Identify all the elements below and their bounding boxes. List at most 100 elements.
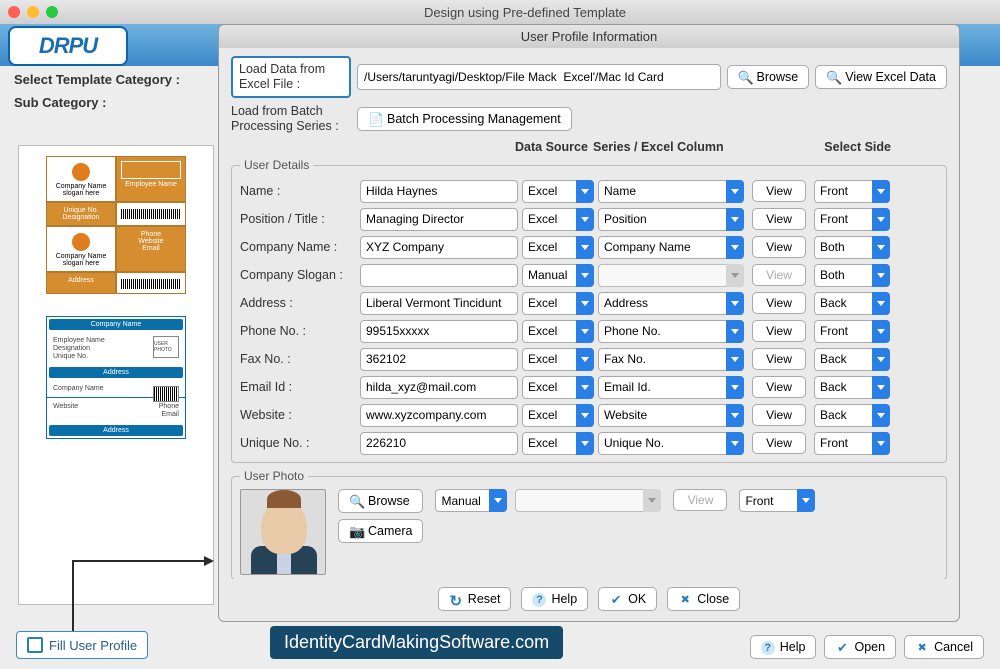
modal-title: User Profile Information	[219, 25, 959, 48]
user-photo-thumbnail[interactable]	[240, 489, 326, 575]
field-value-input[interactable]	[360, 320, 518, 343]
view-button[interactable]: View	[752, 404, 806, 426]
fill-user-profile-label: Fill User Profile	[49, 638, 137, 653]
field-row: Company Name : ExcelCompany Name View Both	[240, 234, 938, 260]
bottom-buttons: Help Open Cancel	[750, 635, 984, 659]
field-label: Company Name :	[240, 240, 360, 254]
view-excel-data-button[interactable]: View Excel Data	[815, 65, 947, 89]
photo-side-select[interactable]: Front	[739, 489, 815, 512]
side-select[interactable]: Front	[814, 320, 890, 343]
field-row: Email Id :ExcelEmail Id.ViewBack	[240, 374, 938, 400]
series-select[interactable]: Website	[598, 404, 744, 427]
excel-path-input[interactable]	[357, 64, 721, 90]
view-button[interactable]: View	[752, 348, 806, 370]
series-select[interactable]: Address	[598, 292, 744, 315]
x-icon	[678, 592, 692, 606]
data-source-select[interactable]: Excel	[522, 292, 594, 315]
field-value-input[interactable]	[360, 292, 518, 315]
field-row: Fax No. : ExcelFax No. View Back	[240, 346, 938, 372]
template-preview-1[interactable]: Company Nameslogan here Employee Name Un…	[46, 156, 186, 306]
minimize-window-icon[interactable]	[27, 6, 39, 18]
series-select[interactable]: Name	[598, 180, 744, 203]
reset-button[interactable]: Reset	[438, 587, 512, 611]
help-icon	[532, 592, 546, 606]
browse-photo-button[interactable]: Browse	[338, 489, 423, 513]
data-source-select[interactable]: Excel	[522, 348, 594, 371]
maximize-window-icon[interactable]	[46, 6, 58, 18]
view-button[interactable]: View	[752, 432, 806, 454]
ok-button[interactable]: OK	[598, 587, 657, 611]
side-select[interactable]: Back	[814, 404, 890, 427]
view-button[interactable]: View	[752, 320, 806, 342]
data-source-select[interactable]: Excel	[522, 180, 594, 203]
field-value-input[interactable]	[360, 180, 518, 203]
data-source-select[interactable]: Manual	[522, 264, 594, 287]
side-select[interactable]: Front	[814, 208, 890, 231]
open-button[interactable]: Open	[824, 635, 896, 659]
batch-processing-button[interactable]: Batch Processing Management	[357, 107, 572, 131]
close-window-icon[interactable]	[8, 6, 20, 18]
column-headers: Data Source Series / Excel Column Select…	[231, 140, 947, 154]
cancel-button[interactable]: Cancel	[904, 635, 984, 659]
field-value-input[interactable]	[360, 264, 518, 287]
titlebar: Design using Pre-defined Template	[0, 0, 1000, 24]
refresh-icon	[449, 592, 463, 606]
field-value-input[interactable]	[360, 432, 518, 455]
field-value-input[interactable]	[360, 208, 518, 231]
field-row: Website : ExcelWebsite View Back	[240, 402, 938, 428]
side-select[interactable]: Back	[814, 376, 890, 399]
field-value-input[interactable]	[360, 376, 518, 399]
search-icon	[349, 494, 363, 508]
camera-button[interactable]: Camera	[338, 519, 423, 543]
series-select[interactable]: Email Id.	[598, 376, 744, 399]
help-button[interactable]: Help	[750, 635, 817, 659]
search-icon	[738, 70, 752, 84]
side-select[interactable]: Front	[814, 180, 890, 203]
view-button[interactable]: View	[752, 208, 806, 230]
view-button[interactable]: View	[752, 376, 806, 398]
series-select[interactable]: Company Name	[598, 236, 744, 259]
field-row: Company Slogan :ManualViewBoth	[240, 262, 938, 288]
profile-icon	[27, 637, 43, 653]
field-label: Website :	[240, 408, 360, 422]
field-value-input[interactable]	[360, 348, 518, 371]
side-select[interactable]: Front	[814, 432, 890, 455]
photo-data-source-select[interactable]: Manual	[435, 489, 507, 512]
view-button[interactable]: View	[752, 236, 806, 258]
field-row: Address :ExcelAddressViewBack	[240, 290, 938, 316]
side-select[interactable]: Back	[814, 292, 890, 315]
photo-series-select	[515, 489, 661, 512]
user-photo-legend: User Photo	[240, 469, 308, 483]
user-photo-fieldset: User Photo Browse Camera Manual View Fro…	[231, 469, 947, 579]
modal-help-button[interactable]: Help	[521, 587, 588, 611]
series-select[interactable]: Unique No.	[598, 432, 744, 455]
series-select[interactable]: Position	[598, 208, 744, 231]
batch-icon	[368, 112, 382, 126]
series-select[interactable]: Phone No.	[598, 320, 744, 343]
series-select[interactable]: Fax No.	[598, 348, 744, 371]
side-select[interactable]: Both	[814, 264, 890, 287]
data-source-select[interactable]: Excel	[522, 404, 594, 427]
series-header: Series / Excel Column	[593, 140, 741, 154]
field-value-input[interactable]	[360, 404, 518, 427]
data-source-select[interactable]: Excel	[522, 376, 594, 399]
field-value-input[interactable]	[360, 236, 518, 259]
data-source-select[interactable]: Excel	[522, 432, 594, 455]
browse-excel-button[interactable]: Browse	[727, 65, 810, 89]
website-banner: IdentityCardMakingSoftware.com	[270, 626, 563, 659]
view-button[interactable]: View	[752, 292, 806, 314]
data-source-select[interactable]: Excel	[522, 320, 594, 343]
template-preview-2[interactable]: Company Name USER PHOTO Employee Name De…	[46, 316, 186, 439]
data-source-select[interactable]: Excel	[522, 236, 594, 259]
side-select[interactable]: Both	[814, 236, 890, 259]
user-details-fieldset: User Details Name :ExcelNameViewFrontPos…	[231, 158, 947, 463]
view-button[interactable]: View	[752, 180, 806, 202]
close-button[interactable]: Close	[667, 587, 740, 611]
side-select[interactable]: Back	[814, 348, 890, 371]
data-source-select[interactable]: Excel	[522, 208, 594, 231]
photo-view-button: View	[673, 489, 727, 511]
field-label: Fax No. :	[240, 352, 360, 366]
templates-panel[interactable]: Company Nameslogan here Employee Name Un…	[18, 145, 214, 605]
fill-user-profile-button[interactable]: Fill User Profile	[16, 631, 148, 659]
view-button: View	[752, 264, 806, 286]
